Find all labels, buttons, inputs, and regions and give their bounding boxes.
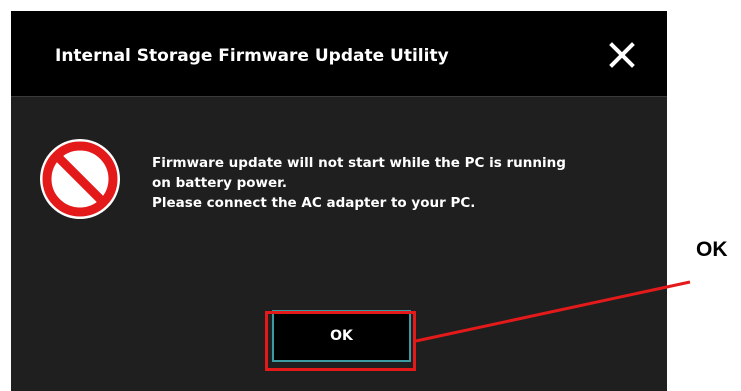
- ok-button[interactable]: OK: [272, 310, 411, 362]
- dialog-titlebar: Internal Storage Firmware Update Utility: [11, 11, 667, 97]
- close-button[interactable]: [608, 41, 638, 71]
- dialog-message: Firmware update will not start while the…: [152, 153, 566, 213]
- dialog-title: Internal Storage Firmware Update Utility: [55, 46, 449, 66]
- message-line: Firmware update will not start while the…: [152, 155, 566, 171]
- close-icon: [609, 42, 635, 68]
- callout-label: OK: [696, 238, 728, 261]
- prohibited-icon: [38, 137, 122, 221]
- ok-button-label: OK: [330, 328, 353, 344]
- firmware-update-dialog: Internal Storage Firmware Update Utility…: [11, 11, 667, 391]
- message-line: on battery power.: [152, 175, 288, 191]
- message-line: Please connect the AC adapter to your PC…: [152, 195, 476, 211]
